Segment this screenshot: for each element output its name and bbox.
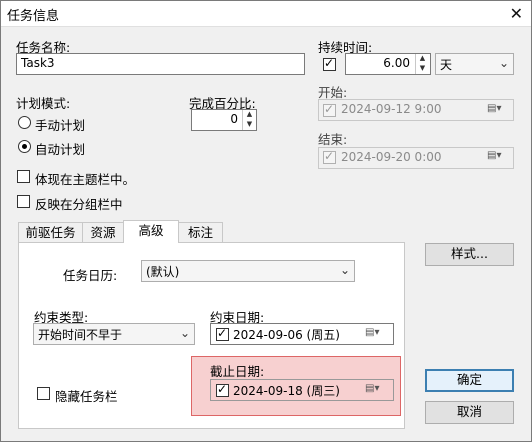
show-in-summary-label: 体现在主题栏中。 xyxy=(35,172,136,187)
calendar-icon: ▤▾ xyxy=(487,103,502,114)
task-calendar-label: 任务日历: xyxy=(63,268,118,283)
style-button[interactable]: 样式... xyxy=(425,243,514,266)
spin-down-icon[interactable]: ▼ xyxy=(416,64,429,74)
percent-complete-value: 0 xyxy=(230,112,238,126)
chevron-down-icon: ⌄ xyxy=(498,56,509,70)
percent-spinner[interactable]: ▲ ▼ xyxy=(242,110,256,130)
close-icon[interactable]: ✕ xyxy=(510,4,523,23)
duration-unit-select[interactable]: 天 ⌄ xyxy=(435,53,514,75)
tab-resources[interactable]: 资源 xyxy=(82,222,124,243)
finish-label: 结束: xyxy=(318,132,348,147)
duration-spinner[interactable]: ▲ ▼ xyxy=(415,54,429,74)
spin-up-icon[interactable]: ▲ xyxy=(416,54,429,64)
start-date-field: 2024-09-12 9:00 xyxy=(318,99,514,121)
auto-schedule-radio[interactable] xyxy=(18,140,31,153)
show-in-summary-checkbox[interactable] xyxy=(17,170,30,183)
calendar-dropdown-icon[interactable]: ▤▾ xyxy=(365,383,379,394)
title-bar: 任务信息 ✕ xyxy=(1,1,531,27)
deadline-date-value: 2024-09-18 (周三) xyxy=(233,384,340,398)
constraint-date-checkbox[interactable] xyxy=(216,326,229,341)
duration-checkbox[interactable] xyxy=(323,56,336,71)
task-name-input[interactable]: Task3 xyxy=(16,53,305,75)
tab-predecessors[interactable]: 前驱任务 xyxy=(18,222,83,243)
spin-up-icon[interactable]: ▲ xyxy=(243,110,256,120)
spin-down-icon[interactable]: ▼ xyxy=(243,120,256,130)
duration-value: 6.00 xyxy=(383,56,410,70)
calendar-dropdown-icon[interactable]: ▤▾ xyxy=(365,327,379,338)
tab-advanced[interactable]: 高级 xyxy=(123,220,179,243)
show-in-group-label: 反映在分组栏中 xyxy=(35,197,123,212)
task-info-dialog: 任务信息 ✕ 任务名称: Task3 持续时间: 6.00 ▲▼ 天 ⌄ 开始:… xyxy=(0,0,532,442)
manual-schedule-radio[interactable] xyxy=(18,116,31,129)
chevron-down-icon: ⌄ xyxy=(339,263,350,277)
manual-schedule-label: 手动计划 xyxy=(35,118,86,133)
hide-task-bar-checkbox[interactable] xyxy=(37,387,50,400)
deadline-label: 截止日期: xyxy=(210,364,265,379)
hide-task-bar-label: 隐藏任务栏 xyxy=(55,389,118,404)
constraint-type-value: 开始时间不早于 xyxy=(38,328,123,342)
ok-button[interactable]: 确定 xyxy=(425,369,514,392)
start-date-value: 2024-09-12 9:00 xyxy=(341,102,442,116)
constraint-date-value: 2024-09-06 (周五) xyxy=(233,328,340,342)
task-calendar-value: (默认) xyxy=(146,265,180,279)
tab-notes[interactable]: 标注 xyxy=(178,222,223,243)
start-date-checkbox xyxy=(323,102,336,117)
deadline-checkbox[interactable] xyxy=(216,382,229,397)
auto-schedule-label: 自动计划 xyxy=(35,142,86,157)
show-in-group-checkbox[interactable] xyxy=(17,195,30,208)
finish-date-field: 2024-09-20 0:00 xyxy=(318,147,514,169)
finish-date-value: 2024-09-20 0:00 xyxy=(341,150,442,164)
cancel-button[interactable]: 取消 xyxy=(425,401,514,424)
schedule-mode-label: 计划模式: xyxy=(16,96,71,111)
constraint-type-select[interactable]: 开始时间不早于 ⌄ xyxy=(33,323,195,345)
duration-unit-value: 天 xyxy=(440,58,453,72)
chevron-down-icon: ⌄ xyxy=(179,326,190,340)
calendar-icon: ▤▾ xyxy=(487,150,502,161)
task-calendar-select[interactable]: (默认) ⌄ xyxy=(141,260,355,282)
finish-date-checkbox xyxy=(323,149,336,164)
window-title: 任务信息 xyxy=(7,9,60,24)
